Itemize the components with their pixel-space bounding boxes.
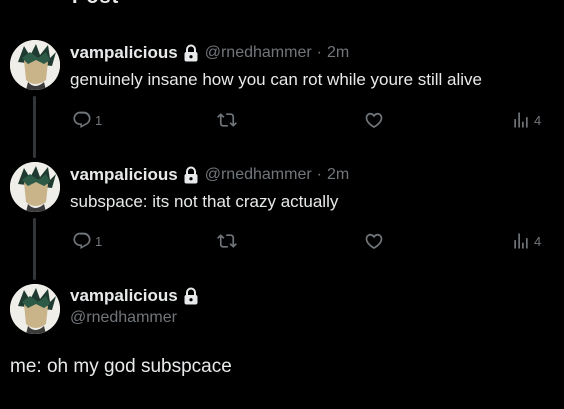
like-button[interactable] xyxy=(363,231,385,251)
avatar-image xyxy=(10,40,60,90)
user-handle[interactable]: @rnedhammer xyxy=(70,309,199,327)
user-handle[interactable]: @rnedhammer xyxy=(205,166,312,184)
avatar-image xyxy=(10,162,60,212)
reply-icon xyxy=(73,232,91,249)
thread-tweet-1[interactable]: vampalicious @rnedhammer · 2m genuinely … xyxy=(0,40,564,158)
avatar[interactable] xyxy=(10,40,60,90)
views-icon xyxy=(514,112,528,128)
views-count: 4 xyxy=(534,112,542,128)
lock-icon xyxy=(183,287,199,305)
avatar[interactable] xyxy=(10,162,60,212)
lock-icon xyxy=(183,166,199,184)
display-name[interactable]: vampalicious xyxy=(70,43,178,63)
like-icon xyxy=(365,233,383,249)
retweet-button[interactable] xyxy=(216,231,238,251)
timestamp[interactable]: 2m xyxy=(327,166,349,184)
reply-count: 1 xyxy=(95,233,103,249)
cut-off-header-text: Post xyxy=(72,0,119,9)
views-icon xyxy=(514,233,528,249)
separator-dot: · xyxy=(316,44,322,61)
lock-icon xyxy=(183,44,199,62)
display-name[interactable]: vampalicious xyxy=(70,286,178,306)
views-button[interactable]: 4 xyxy=(511,231,541,251)
action-bar: 1 4 xyxy=(0,231,564,255)
timestamp[interactable]: 2m xyxy=(327,44,349,62)
display-name[interactable]: vampalicious xyxy=(70,165,178,185)
retweet-icon xyxy=(217,113,237,127)
main-tweet-text: me: oh my god subspcace xyxy=(10,356,232,377)
reply-button[interactable]: 1 xyxy=(72,110,102,130)
reply-button[interactable]: 1 xyxy=(72,231,102,251)
reply-icon xyxy=(73,111,91,128)
tweet-text: subspace: its not that crazy actually xyxy=(70,192,339,211)
views-button[interactable]: 4 xyxy=(511,110,541,130)
tweet-header: vampalicious @rnedhammer · 2m xyxy=(70,164,349,186)
views-count: 4 xyxy=(534,233,542,249)
action-bar: 1 4 xyxy=(0,110,564,134)
avatar[interactable] xyxy=(10,284,60,334)
tweet-text: genuinely insane how you can rot while y… xyxy=(70,70,483,89)
thread-tweet-2[interactable]: vampalicious @rnedhammer · 2m subspace: … xyxy=(0,162,564,280)
separator-dot: · xyxy=(316,166,322,183)
retweet-icon xyxy=(217,234,237,248)
like-button[interactable] xyxy=(363,110,385,130)
user-handle[interactable]: @rnedhammer xyxy=(205,44,312,62)
retweet-button[interactable] xyxy=(216,110,238,130)
reply-count: 1 xyxy=(95,112,103,128)
avatar-image xyxy=(10,284,60,334)
tweet-header: vampalicious @rnedhammer · 2m xyxy=(70,42,349,64)
main-tweet-header: vampalicious @rnedhammer xyxy=(70,286,199,327)
like-icon xyxy=(365,112,383,128)
main-tweet: vampalicious @rnedhammer xyxy=(0,284,564,344)
